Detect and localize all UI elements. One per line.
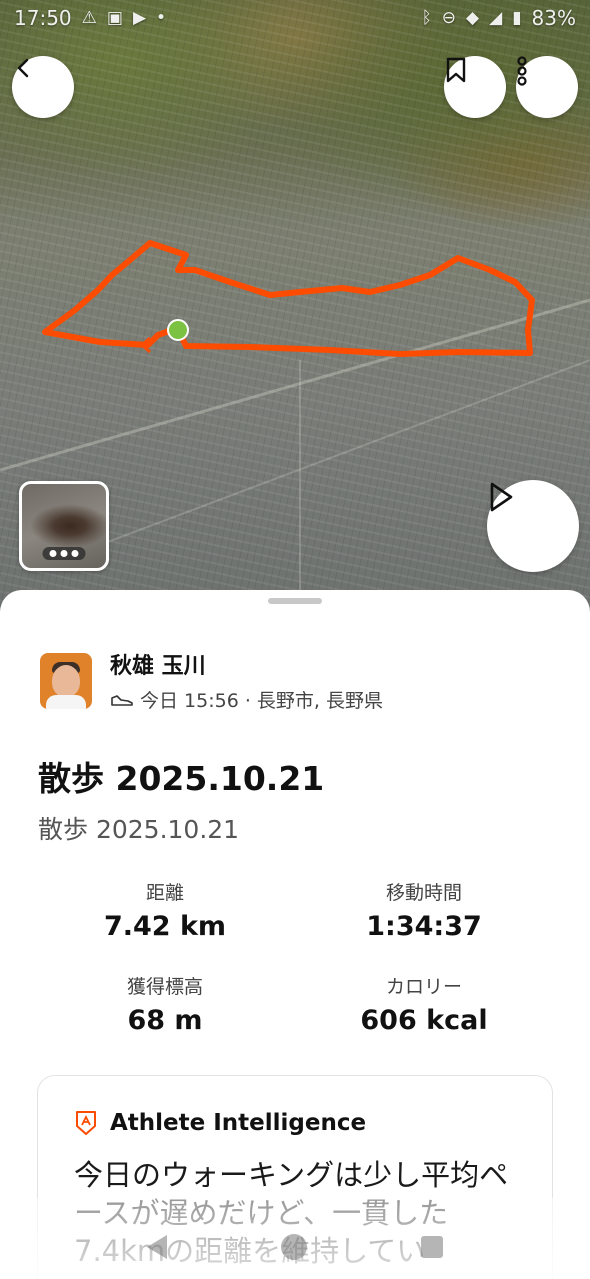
stat-label: 距離: [145, 882, 184, 904]
status-time: 17:50: [14, 6, 72, 30]
stat-moving-time: 移動時間 1:34:37: [314, 878, 534, 942]
youtube-icon: ▶: [132, 8, 147, 28]
activity-meta-text: 今日 15:56 · 長野市, 長野県: [140, 690, 383, 712]
photo-count-indicator: [42, 547, 86, 560]
wifi-icon: ◆: [466, 8, 480, 28]
more-vertical-icon: [517, 56, 527, 86]
chevron-left-icon: [17, 58, 29, 78]
sheet-drag-handle[interactable]: [268, 598, 322, 604]
back-button[interactable]: [12, 56, 74, 118]
athlete-intelligence-icon: [76, 1111, 96, 1135]
stat-label: カロリー: [385, 976, 462, 998]
status-bar: 17:50 ⚠ ▣ ▶ • ᛒ ⊖ ◆ ◢ ▮ 83%: [0, 0, 590, 36]
stat-distance: 距離 7.42 km: [55, 878, 275, 942]
avatar[interactable]: [40, 652, 92, 709]
shoe-icon: [111, 694, 133, 706]
activity-description: 散歩 2025.10.21: [38, 815, 240, 844]
stat-value: 1:34:37: [366, 911, 482, 942]
play-flyover-button[interactable]: [487, 480, 579, 572]
athlete-info: 秋雄 玉川 今日 15:56 · 長野市, 長野県: [110, 648, 383, 713]
system-navigation-bar: [0, 1214, 590, 1279]
stat-calories: カロリー 606 kcal: [314, 972, 534, 1036]
more-options-button[interactable]: [516, 56, 578, 118]
bookmark-icon: [446, 57, 466, 83]
status-left: 17:50 ⚠ ▣ ▶ •: [14, 6, 166, 30]
stat-value: 606 kcal: [360, 1005, 488, 1036]
activity-detail-sheet: 秋雄 玉川 今日 15:56 · 長野市, 長野県 散歩 2025.10.21 …: [0, 590, 590, 1279]
athlete-name[interactable]: 秋雄 玉川: [110, 648, 383, 680]
nav-recents-button[interactable]: [421, 1235, 443, 1258]
status-right: ᛒ ⊖ ◆ ◢ ▮ 83%: [422, 6, 576, 30]
athlete-intelligence-header: Athlete Intelligence: [74, 1110, 366, 1136]
stat-value: 7.42 km: [103, 911, 227, 942]
warning-icon: ⚠: [81, 8, 97, 28]
start-marker: [167, 319, 189, 341]
nav-back-button[interactable]: [147, 1234, 167, 1259]
activity-meta: 今日 15:56 · 長野市, 長野県: [110, 686, 383, 713]
activity-title: 散歩 2025.10.21: [38, 759, 325, 798]
photo-thumbnail[interactable]: [19, 481, 109, 571]
athlete-intelligence-title: Athlete Intelligence: [110, 1110, 367, 1136]
bluetooth-icon: ᛒ: [421, 8, 432, 28]
do-not-disturb-icon: ⊖: [441, 8, 457, 28]
stat-label: 移動時間: [385, 882, 462, 904]
route-map[interactable]: 17:50 ⚠ ▣ ▶ • ᛒ ⊖ ◆ ◢ ▮ 83%: [0, 0, 590, 620]
battery-icon: ▮: [512, 8, 522, 28]
signal-icon: ◢: [489, 8, 503, 28]
linkedin-icon: ▣: [106, 8, 123, 28]
stat-value: 68 m: [127, 1005, 203, 1036]
bookmark-button[interactable]: [444, 56, 506, 118]
battery-level: 83%: [531, 6, 576, 30]
play-icon: [490, 482, 513, 512]
athlete-header[interactable]: 秋雄 玉川 今日 15:56 · 長野市, 長野県: [40, 648, 383, 713]
nav-home-button[interactable]: [281, 1233, 307, 1260]
stat-elevation-gain: 獲得標高 68 m: [55, 972, 275, 1036]
stat-label: 獲得標高: [126, 976, 203, 998]
dot-icon: •: [156, 8, 167, 28]
